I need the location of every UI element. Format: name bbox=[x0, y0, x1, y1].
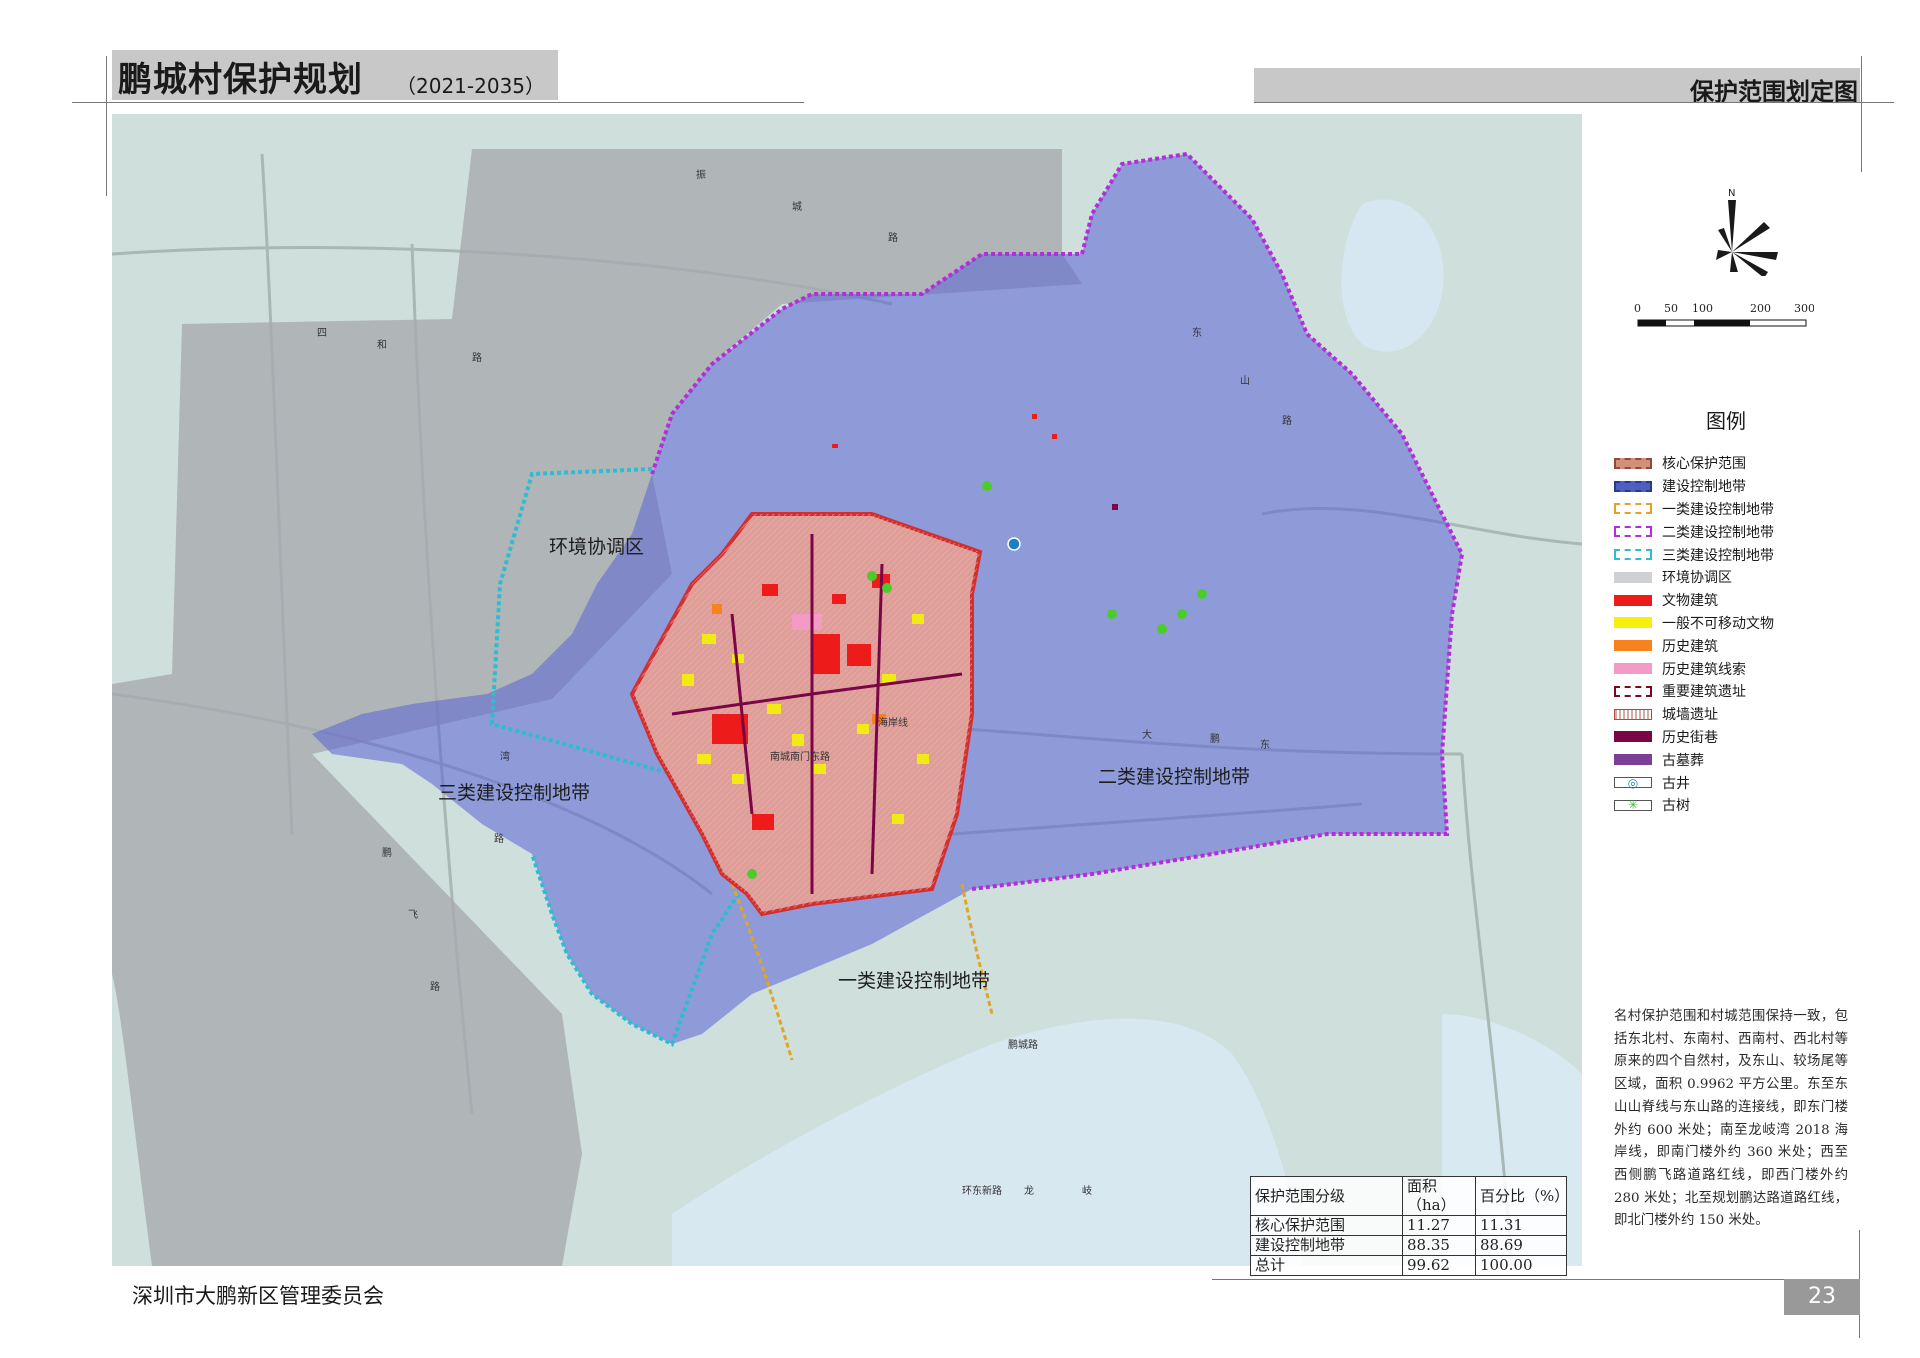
orange-fill-icon bbox=[1614, 640, 1652, 652]
legend-item: 城墙遗址 bbox=[1614, 703, 1774, 726]
core-swatch-icon bbox=[1614, 457, 1652, 469]
zone-label-class2: 二类建设控制地带 bbox=[1098, 766, 1251, 788]
svg-text:300m: 300m bbox=[1794, 302, 1814, 315]
svg-text:0: 0 bbox=[1634, 302, 1641, 315]
svg-text:50: 50 bbox=[1664, 302, 1678, 315]
road-label: 飞 bbox=[408, 910, 418, 921]
road-label: 鹏 bbox=[382, 848, 392, 859]
legend-item: 历史街巷 bbox=[1614, 726, 1774, 749]
table-cell: 88.69 bbox=[1475, 1235, 1567, 1256]
road-label: 环东新路 bbox=[962, 1186, 1002, 1197]
road-label: 路 bbox=[430, 982, 440, 993]
header-vrule-left bbox=[106, 56, 107, 196]
dashed-outline-icon bbox=[1614, 685, 1652, 697]
road-label: 鹏城路 bbox=[1008, 1040, 1038, 1051]
table-row: 核心保护范围 11.27 11.31 bbox=[1250, 1215, 1567, 1236]
road-label: 山 bbox=[1240, 376, 1250, 387]
table-header: 百分比（%） bbox=[1475, 1176, 1569, 1216]
table-cell: 总计 bbox=[1250, 1255, 1403, 1276]
road-label: 和 bbox=[377, 340, 387, 351]
svg-text:N: N bbox=[1728, 188, 1735, 199]
road-label: 东 bbox=[1260, 740, 1270, 751]
header-vrule-right bbox=[1861, 56, 1862, 172]
red-fill-icon bbox=[1614, 594, 1652, 606]
footer-rule bbox=[1212, 1279, 1860, 1280]
env-swatch-icon bbox=[1614, 571, 1652, 583]
table-cell: 建设控制地带 bbox=[1250, 1235, 1403, 1256]
table-row: 总计 99.62 100.00 bbox=[1250, 1255, 1567, 1276]
map-canvas bbox=[112, 114, 1582, 1266]
road-label: 南城南门东路 bbox=[770, 752, 830, 763]
class1-dashed-icon bbox=[1614, 503, 1652, 515]
road-label: 路 bbox=[888, 233, 898, 244]
table-cell: 99.62 bbox=[1402, 1255, 1476, 1276]
road-label: 东 bbox=[1192, 328, 1202, 339]
road-label: 路 bbox=[494, 834, 504, 845]
zone-label-env: 环境协调区 bbox=[549, 536, 645, 558]
legend-item: ✳ 古树 bbox=[1614, 794, 1774, 817]
table-cell: 11.31 bbox=[1475, 1215, 1567, 1236]
zone-label-class1: 一类建设控制地带 bbox=[838, 970, 991, 992]
legend-item: 环境协调区 bbox=[1614, 566, 1774, 589]
zone-label-class3: 三类建设控制地带 bbox=[438, 782, 591, 804]
page-title: 鹏城村保护规划 bbox=[118, 60, 363, 100]
legend-item: 核心保护范围 bbox=[1614, 452, 1774, 475]
table-cell: 核心保护范围 bbox=[1250, 1215, 1403, 1236]
table-cell: 100.00 bbox=[1475, 1255, 1567, 1276]
table-header: 面积（ha） bbox=[1402, 1176, 1476, 1216]
road-label: 龙 bbox=[1024, 1186, 1034, 1197]
tree-icon: ✳ bbox=[1614, 799, 1652, 811]
road-label: 四 bbox=[317, 328, 327, 339]
scale-bar: 0 50 100 200 300m bbox=[1634, 300, 1826, 344]
protection-zone-map[interactable]: 环境协调区 三类建设控制地带 二类建设控制地带 一类建设控制地带 振 城 路 四… bbox=[112, 114, 1582, 1266]
class2-dashed-icon bbox=[1614, 526, 1652, 538]
road-label: 路 bbox=[1282, 416, 1292, 427]
legend-item: 一类建设控制地带 bbox=[1614, 498, 1774, 521]
road-label: 城 bbox=[792, 202, 802, 213]
table-cell: 88.35 bbox=[1402, 1235, 1476, 1256]
page-years: （2021-2035） bbox=[396, 74, 546, 98]
road-label: 大 bbox=[1142, 730, 1152, 741]
footer-organization: 深圳市大鹏新区管理委员会 bbox=[132, 1284, 384, 1308]
table-row: 保护范围分级 面积（ha） 百分比（%） bbox=[1250, 1176, 1569, 1216]
legend-title: 图例 bbox=[1706, 409, 1746, 433]
road-label: 鹏 bbox=[1210, 734, 1220, 745]
road-label: 湾 bbox=[500, 752, 510, 763]
pink-fill-icon bbox=[1614, 663, 1652, 675]
purple-fill-icon bbox=[1614, 754, 1652, 766]
table-header: 保护范围分级 bbox=[1250, 1176, 1403, 1216]
class3-dashed-icon bbox=[1614, 549, 1652, 561]
legend-item: ◎ 古井 bbox=[1614, 771, 1774, 794]
legend: 核心保护范围 建设控制地带 一类建设控制地带 二类建设控制地带 三类建设控制地带… bbox=[1614, 452, 1774, 817]
svg-text:200: 200 bbox=[1750, 302, 1771, 315]
well-icon: ◎ bbox=[1614, 777, 1652, 789]
description-text: 名村保护范围和村城范围保持一致，包括东北村、东南村、西南村、西北村等原来的四个自… bbox=[1614, 1009, 1848, 1229]
table-row: 建设控制地带 88.35 88.69 bbox=[1250, 1235, 1567, 1256]
road-label: 振 bbox=[696, 170, 706, 181]
page-number: 23 bbox=[1784, 1279, 1860, 1315]
yellow-fill-icon bbox=[1614, 617, 1652, 629]
legend-item: 历史建筑线索 bbox=[1614, 657, 1774, 680]
table-cell: 11.27 bbox=[1402, 1215, 1476, 1236]
legend-item: 一般不可移动文物 bbox=[1614, 612, 1774, 635]
road-label: 岐 bbox=[1082, 1186, 1092, 1197]
legend-item: 三类建设控制地带 bbox=[1614, 543, 1774, 566]
control-swatch-icon bbox=[1614, 480, 1652, 492]
road-label: 海岸线 bbox=[878, 718, 908, 729]
svg-text:100: 100 bbox=[1692, 302, 1713, 315]
ancient-well bbox=[1007, 537, 1021, 551]
wall-hatch-icon bbox=[1614, 708, 1652, 720]
header-rule-right bbox=[1254, 102, 1894, 103]
stats-table: 保护范围分级 面积（ha） 百分比（%） 核心保护范围 11.27 11.31 … bbox=[1250, 1176, 1569, 1276]
legend-item: 文物建筑 bbox=[1614, 589, 1774, 612]
legend-item: 建设控制地带 bbox=[1614, 475, 1774, 498]
header-rule-left bbox=[72, 102, 804, 103]
legend-item: 二类建设控制地带 bbox=[1614, 520, 1774, 543]
legend-item: 历史建筑 bbox=[1614, 634, 1774, 657]
road-label: 路 bbox=[472, 353, 482, 364]
maroon-fill-icon bbox=[1614, 731, 1652, 743]
north-arrow-icon: N bbox=[1700, 186, 1790, 280]
legend-item: 重要建筑遗址 bbox=[1614, 680, 1774, 703]
legend-item: 古墓葬 bbox=[1614, 748, 1774, 771]
